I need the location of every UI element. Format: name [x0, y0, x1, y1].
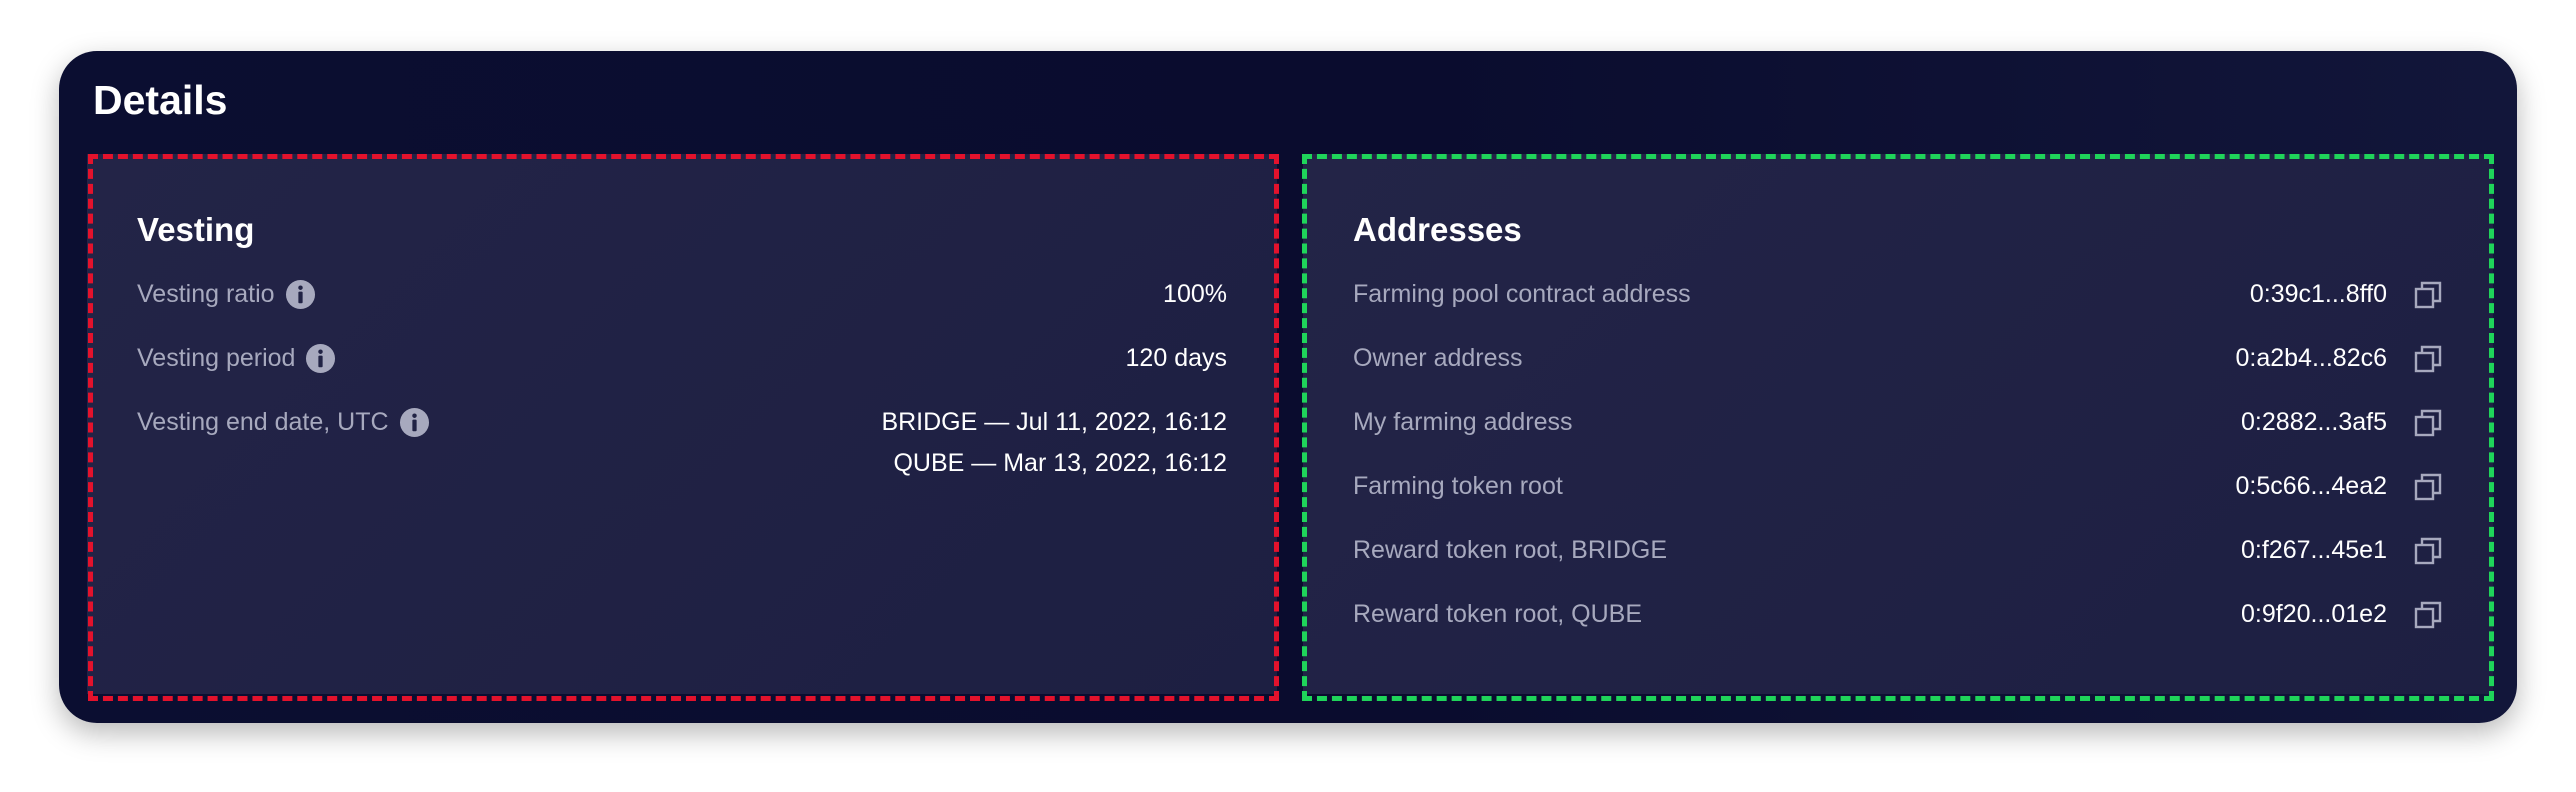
vesting-period-label-wrap: Vesting period [137, 338, 336, 378]
vesting-end-date-values: BRIDGE — Jul 11, 2022, 16:12 QUBE — Mar … [881, 402, 1227, 484]
copy-icon[interactable] [2413, 408, 2443, 438]
address-row-farming-pool: Farming pool contract address 0:39c1...8… [1353, 274, 2443, 314]
address-label: Reward token root, QUBE [1353, 600, 1643, 628]
vesting-end-date-bridge: BRIDGE — Jul 11, 2022, 16:12 [881, 408, 1227, 436]
details-title: Details [93, 77, 228, 123]
vesting-ratio-row: Vesting ratio 100% [137, 274, 1227, 314]
address-row-reward-qube: Reward token root, QUBE 0:9f20...01e2 [1353, 594, 2443, 634]
addresses-title: Addresses [1353, 211, 1522, 248]
vesting-end-date-qube: QUBE — Mar 13, 2022, 16:12 [893, 449, 1227, 477]
copy-icon[interactable] [2413, 536, 2443, 566]
address-value[interactable]: 0:5c66...4ea2 [2235, 466, 2387, 506]
vesting-title: Vesting [137, 211, 255, 248]
address-value[interactable]: 0:f267...45e1 [2241, 530, 2387, 570]
address-label: Reward token root, BRIDGE [1353, 536, 1668, 564]
address-row-farming-token-root: Farming token root 0:5c66...4ea2 [1353, 466, 2443, 506]
vesting-end-date-label: Vesting end date, UTC [137, 408, 389, 436]
info-icon[interactable] [399, 407, 430, 438]
address-value[interactable]: 0:9f20...01e2 [2241, 594, 2387, 634]
addresses-panel: Addresses Farming pool contract address … [1303, 154, 2493, 694]
address-row-reward-bridge: Reward token root, BRIDGE 0:f267...45e1 [1353, 530, 2443, 570]
copy-icon[interactable] [2413, 280, 2443, 310]
vesting-end-date-row: Vesting end date, UTC BRIDGE — Jul 11, 2… [137, 402, 1227, 492]
address-row-my-farming: My farming address 0:2882...3af5 [1353, 402, 2443, 442]
vesting-period-row: Vesting period 120 days [137, 338, 1227, 378]
vesting-period-value: 120 days [1125, 344, 1227, 372]
vesting-panel: Vesting Vesting ratio 100% Vesting perio… [87, 154, 1277, 694]
address-label: Owner address [1353, 344, 1523, 372]
vesting-period-label: Vesting period [137, 344, 296, 372]
address-label: Farming pool contract address [1353, 280, 1691, 308]
address-label: My farming address [1353, 408, 1573, 436]
info-icon[interactable] [305, 343, 336, 374]
vesting-ratio-label-wrap: Vesting ratio [137, 274, 316, 314]
address-value[interactable]: 0:39c1...8ff0 [2250, 274, 2387, 314]
vesting-ratio-label: Vesting ratio [137, 280, 275, 308]
address-row-owner: Owner address 0:a2b4...82c6 [1353, 338, 2443, 378]
vesting-ratio-value: 100% [1163, 280, 1227, 308]
copy-icon[interactable] [2413, 600, 2443, 630]
vesting-end-date-label-wrap: Vesting end date, UTC [137, 402, 430, 442]
details-card: Details Vesting Vesting ratio 100% Vesti… [59, 51, 2517, 723]
copy-icon[interactable] [2413, 472, 2443, 502]
info-icon[interactable] [285, 279, 316, 310]
copy-icon[interactable] [2413, 344, 2443, 374]
address-label: Farming token root [1353, 472, 1563, 500]
address-value[interactable]: 0:a2b4...82c6 [2235, 338, 2387, 378]
address-value[interactable]: 0:2882...3af5 [2241, 402, 2387, 442]
